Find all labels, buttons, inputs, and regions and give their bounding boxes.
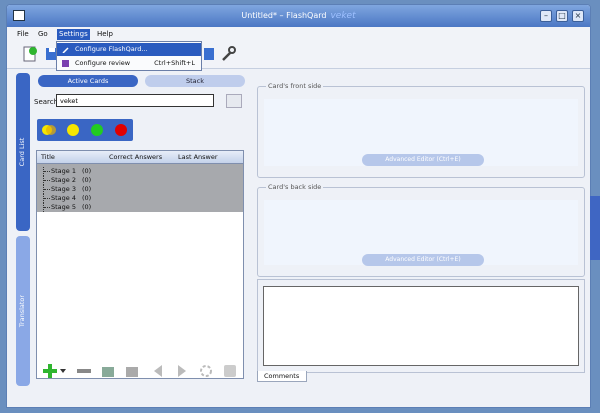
export-card-icon[interactable] bbox=[125, 364, 139, 378]
tab-active-cards[interactable]: Active Cards bbox=[38, 75, 138, 87]
all-stages-icon[interactable] bbox=[39, 122, 59, 138]
close-icon[interactable]: × bbox=[572, 10, 584, 22]
search-input[interactable] bbox=[56, 94, 214, 107]
comments-textarea[interactable] bbox=[263, 286, 579, 366]
tab-comments[interactable]: Comments bbox=[257, 371, 307, 382]
menu-help[interactable]: Help bbox=[95, 29, 115, 40]
import-card-icon[interactable] bbox=[101, 364, 115, 378]
chevron-down-icon[interactable] bbox=[59, 364, 67, 378]
column-correct-answers[interactable]: Correct Answers bbox=[109, 153, 162, 161]
back-advanced-editor-button[interactable]: Advanced Editor (Ctrl+E) bbox=[362, 254, 484, 266]
table-row[interactable]: Stage 2 (0) bbox=[37, 176, 243, 185]
new-icon[interactable] bbox=[21, 45, 39, 63]
tab-stack[interactable]: Stack bbox=[145, 75, 245, 87]
tab-translator-label: Translator bbox=[18, 294, 26, 328]
table-row[interactable]: Stage 1 (0) bbox=[37, 167, 243, 176]
table-row[interactable]: Stage 4 (0) bbox=[37, 194, 243, 203]
front-side-legend: Card's front side bbox=[266, 82, 324, 90]
refresh-icon[interactable] bbox=[199, 364, 213, 378]
menu-item-configure-flashqard[interactable]: Configure FlashQard... bbox=[57, 43, 201, 56]
column-last-answer[interactable]: Last Answer bbox=[178, 153, 218, 161]
title-bar[interactable]: Untitled* – FlashQard veket – □ × bbox=[7, 5, 590, 27]
tab-translator[interactable]: Translator bbox=[16, 236, 30, 386]
tab-card-list-label: Card List bbox=[18, 137, 26, 167]
back-side-frame: Card's back side Advanced Editor (Ctrl+E… bbox=[257, 183, 585, 277]
red-dot-icon bbox=[115, 124, 127, 136]
back-side-editor[interactable]: Advanced Editor (Ctrl+E) bbox=[264, 200, 578, 266]
check-icon[interactable] bbox=[223, 364, 237, 378]
green-dot-icon bbox=[91, 124, 103, 136]
back-side-legend: Card's back side bbox=[266, 183, 324, 191]
table-body: Stage 1 (0) Stage 2 (0) Stage 3 (0) Stage 4… bbox=[37, 164, 243, 212]
menu-item-configure-review[interactable]: Configure review Ctrl+Shift+L bbox=[57, 57, 201, 70]
watermark: veket bbox=[330, 11, 356, 21]
search-options-button[interactable] bbox=[226, 94, 242, 108]
comments-panel bbox=[257, 279, 585, 373]
remove-card-icon[interactable] bbox=[77, 364, 91, 378]
next-icon[interactable] bbox=[175, 364, 189, 378]
stage-filter-buttons bbox=[37, 119, 133, 141]
card-icon[interactable] bbox=[202, 45, 220, 63]
review-icon bbox=[62, 60, 69, 67]
card-list-panel: Active Cards Stack Search Title Correct … bbox=[33, 71, 245, 387]
app-window: Untitled* – FlashQard veket – □ × File Go… bbox=[6, 4, 591, 408]
previous-icon[interactable] bbox=[151, 364, 165, 378]
column-title[interactable]: Title bbox=[41, 153, 55, 161]
yellow-dot-icon bbox=[67, 124, 79, 136]
menu-bar: File Go Settings Help bbox=[7, 27, 590, 41]
search-label: Search bbox=[34, 98, 59, 106]
table-header: Title Correct Answers Last Answer bbox=[37, 151, 243, 164]
minimize-icon[interactable]: – bbox=[540, 10, 552, 22]
menu-go[interactable]: Go bbox=[36, 29, 50, 40]
menu-file[interactable]: File bbox=[15, 29, 31, 40]
table-row[interactable]: Stage 3 (0) bbox=[37, 185, 243, 194]
red-stage-button[interactable] bbox=[111, 122, 131, 138]
card-tools bbox=[33, 361, 245, 383]
front-side-editor[interactable]: Advanced Editor (Ctrl+E) bbox=[264, 99, 578, 166]
wrench-icon bbox=[62, 47, 69, 53]
yellow-stage-button[interactable] bbox=[63, 122, 83, 138]
maximize-icon[interactable]: □ bbox=[556, 10, 568, 22]
shortcut-label: Ctrl+Shift+L bbox=[154, 59, 195, 67]
settings-dropdown: Configure FlashQard... Configure review … bbox=[56, 41, 202, 71]
stage-table: Title Correct Answers Last Answer Stage … bbox=[36, 150, 244, 379]
wrench-icon[interactable] bbox=[219, 45, 237, 63]
front-side-frame: Card's front side Advanced Editor (Ctrl+… bbox=[257, 82, 585, 178]
add-card-icon[interactable] bbox=[43, 364, 57, 378]
table-row[interactable]: Stage 5 (0) bbox=[37, 203, 243, 212]
green-stage-button[interactable] bbox=[87, 122, 107, 138]
window-controls: – □ × bbox=[540, 10, 584, 22]
front-advanced-editor-button[interactable]: Advanced Editor (Ctrl+E) bbox=[362, 154, 484, 166]
tab-card-list[interactable]: Card List bbox=[16, 73, 30, 231]
window-title: Untitled* – FlashQard veket bbox=[241, 11, 356, 21]
menu-settings[interactable]: Settings bbox=[57, 29, 90, 40]
background-edge bbox=[590, 196, 600, 260]
